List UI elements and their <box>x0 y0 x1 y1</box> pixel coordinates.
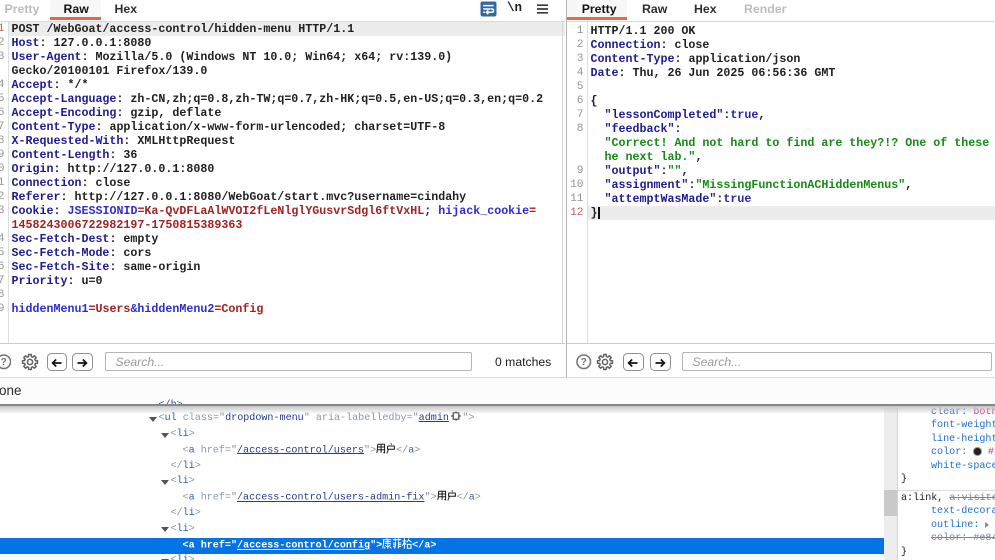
svg-text:?: ? <box>0 357 6 368</box>
svg-text:?: ? <box>581 357 587 368</box>
